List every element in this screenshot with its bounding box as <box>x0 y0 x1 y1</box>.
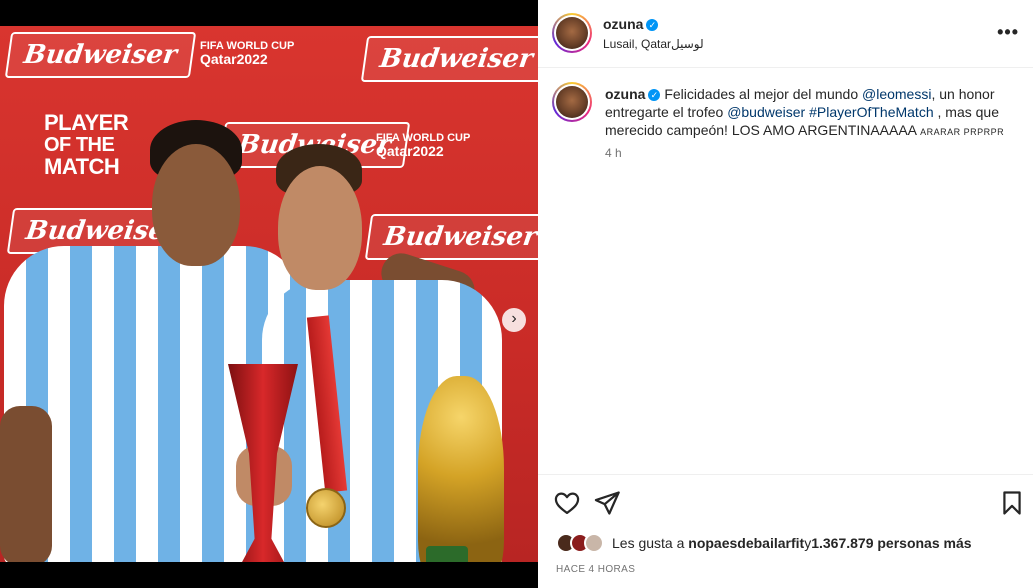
budweiser-logo: Budweiser <box>4 32 196 78</box>
hashtag-playerofthematch[interactable]: #PlayerOfTheMatch <box>809 104 934 120</box>
caption-tail: ARARAR PRPRPR <box>920 127 1005 137</box>
post-actions: Les gusta a nopaesdebailarfit y 1.367.87… <box>538 474 1033 588</box>
post-header: ozuna ✓ Lusail, Qatarلوسيل ••• <box>538 0 1033 68</box>
budweiser-text: Budweiser <box>381 222 538 252</box>
likes-count[interactable]: 1.367.879 personas más <box>811 535 971 551</box>
author-username[interactable]: ozuna <box>603 16 643 32</box>
gold-medal <box>306 488 346 528</box>
left-person-face <box>152 144 240 266</box>
post-media: Budweiser FIFA WORLD CUP Qatar2022 Budwe… <box>0 0 538 588</box>
paper-plane-icon[interactable] <box>593 489 621 517</box>
likes-middle: y <box>804 535 812 551</box>
right-person-face <box>278 166 362 290</box>
world-cup-trophy <box>418 376 504 562</box>
verified-badge-icon: ✓ <box>648 89 661 101</box>
bookmark-icon[interactable] <box>998 489 1026 517</box>
next-image-button[interactable]: › <box>502 308 526 332</box>
left-person-arm <box>0 406 52 562</box>
post-timestamp[interactable]: HACE 4 HORAS <box>556 564 635 575</box>
worldcup-line2: Qatar2022 <box>376 143 444 159</box>
budweiser-text: Budweiser <box>377 44 535 74</box>
chevron-right-icon: › <box>511 310 517 327</box>
caption-time-ago[interactable]: 4 h <box>605 146 622 160</box>
author-avatar[interactable] <box>552 13 592 53</box>
more-options-icon[interactable]: ••• <box>997 22 1019 43</box>
author-info: ozuna ✓ Lusail, Qatarلوسيل <box>603 16 704 51</box>
worldcup-logo: FIFA WORLD CUP Qatar2022 <box>376 132 470 158</box>
potm-line1: PLAYER <box>44 110 129 135</box>
avatar-image <box>556 86 588 118</box>
mention-budweiser[interactable]: @budweiser <box>727 104 805 120</box>
caption-username[interactable]: ozuna <box>605 86 645 102</box>
caption-author-avatar[interactable] <box>552 82 592 122</box>
budweiser-logo: Budweiser <box>364 214 538 260</box>
worldcup-line2: Qatar2022 <box>200 51 268 67</box>
liker-avatars <box>556 533 604 553</box>
post-photo[interactable]: Budweiser FIFA WORLD CUP Qatar2022 Budwe… <box>0 26 538 562</box>
budweiser-text: Budweiser <box>21 40 179 70</box>
player-of-the-match-logo: PLAYER OF THE MATCH <box>44 110 129 179</box>
verified-badge-icon: ✓ <box>646 19 659 31</box>
liker-username[interactable]: nopaesdebailarfit <box>688 535 804 551</box>
world-cup-trophy-base <box>426 546 468 562</box>
caption-text: ozuna ✓ Felicidades al mejor del mundo @l… <box>605 85 1005 141</box>
caption-text-part: Felicidades al mejor del mundo <box>664 86 862 102</box>
potm-line3: MATCH <box>44 154 120 179</box>
avatar-image <box>556 17 588 49</box>
likes-prefix: Les gusta a <box>612 535 685 551</box>
likes-summary[interactable]: Les gusta a nopaesdebailarfit y 1.367.87… <box>556 532 972 554</box>
post-info-panel: ozuna ✓ Lusail, Qatarلوسيل ••• ozuna ✓ Fel… <box>538 0 1033 588</box>
mention-leomessi[interactable]: @leomessi <box>862 86 931 102</box>
worldcup-logo: FIFA WORLD CUP Qatar2022 <box>200 40 294 66</box>
potm-line2: OF THE <box>44 134 115 156</box>
heart-icon[interactable] <box>553 489 581 517</box>
post-location[interactable]: Lusail, Qatarلوسيل <box>603 37 704 51</box>
budweiser-logo: Budweiser <box>360 36 538 82</box>
liker-avatar <box>584 533 604 553</box>
